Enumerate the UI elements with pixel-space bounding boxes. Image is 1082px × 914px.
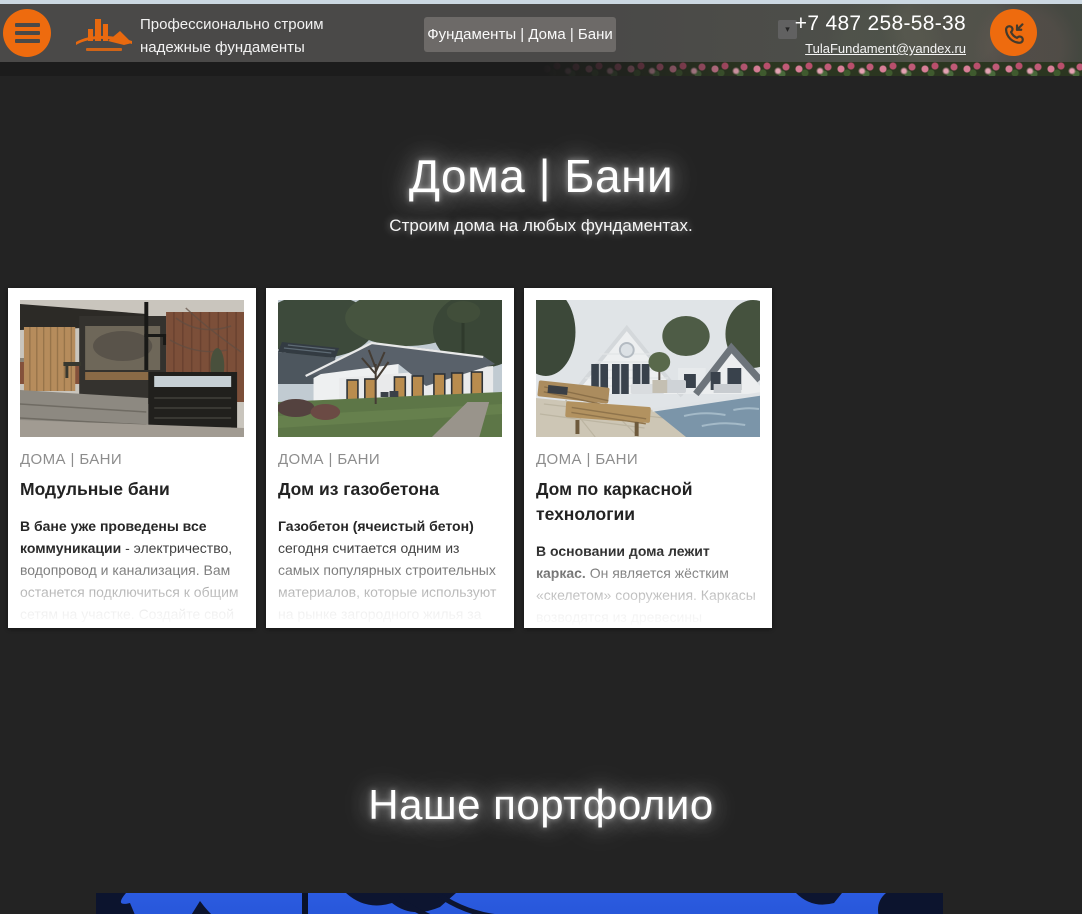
email-link[interactable]: TulaFundament@yandex.ru [805, 41, 966, 56]
company-logo[interactable] [74, 11, 134, 57]
card-aerated-concrete-house[interactable]: ДОМА | БАНИ Дом из газобетона Газобетон … [266, 288, 514, 628]
header-tagline: Профессионально строим надежные фундамен… [140, 13, 324, 59]
card-title: Модульные бани [20, 477, 244, 502]
menu-button[interactable] [3, 9, 51, 57]
site-header: Профессионально строим надежные фундамен… [0, 4, 1082, 62]
card-modular-baths[interactable]: ДОМА | БАНИ Модульные бани В бане уже пр… [8, 288, 256, 628]
card-description: В основании дома лежит каркас. Он являет… [536, 540, 760, 628]
flower-photo [541, 62, 1082, 76]
portfolio-photo[interactable] [96, 893, 943, 914]
incoming-call-icon [1000, 19, 1028, 47]
card-category: ДОМА | БАНИ [536, 451, 760, 468]
hero-section: Дома | Бани Строим дома на любых фундаме… [0, 76, 1082, 288]
card-title: Дом по каркасной технологии [536, 477, 760, 527]
article-cards-section: ДОМА | БАНИ Модульные бани В бане уже пр… [8, 288, 1082, 628]
card-title: Дом из газобетона [278, 477, 502, 502]
modular-bath-photo [20, 300, 244, 437]
callback-button[interactable] [990, 9, 1037, 56]
tagline-line-1: Профессионально строим [140, 13, 324, 36]
portfolio-section-title: Наше портфолио [0, 781, 1082, 829]
card-category: ДОМА | БАНИ [278, 451, 502, 468]
card-category: ДОМА | БАНИ [20, 451, 244, 468]
hero-photo-strip [0, 62, 1082, 76]
nav-foundations-houses-baths-button[interactable]: Фундаменты | Дома | Бани [424, 17, 616, 52]
page-title: Дома | Бани [0, 149, 1082, 203]
frame-house-photo [536, 300, 760, 437]
card-description: Газобетон (ячеистый бетон) сегодня счита… [278, 515, 502, 628]
card-frame-technology-house[interactable]: ДОМА | БАНИ Дом по каркасной технологии … [524, 288, 772, 628]
page-subtitle: Строим дома на любых фундаментах. [0, 216, 1082, 236]
tagline-line-2: надежные фундаменты [140, 36, 324, 59]
phone-number-link[interactable]: +7 487 258-58-38 [795, 12, 966, 36]
hamburger-icon [15, 23, 40, 27]
card-description: В бане уже проведены все коммуникации - … [20, 515, 244, 628]
logo-icon [74, 11, 134, 57]
aerated-concrete-house-photo [278, 300, 502, 437]
